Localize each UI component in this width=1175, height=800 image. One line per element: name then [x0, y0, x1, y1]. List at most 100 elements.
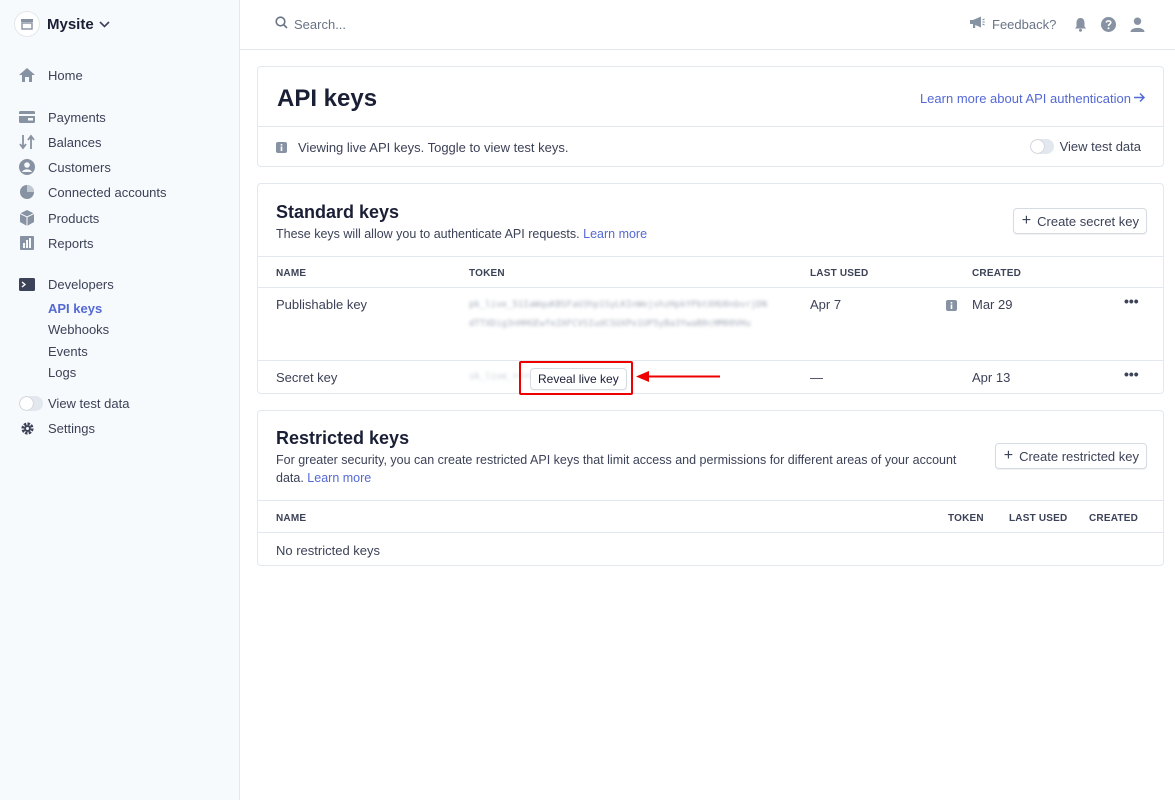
divider: [258, 256, 1163, 257]
highlight-box: Reveal live key: [519, 361, 633, 395]
page-title: API keys: [277, 85, 378, 112]
more-options-icon[interactable]: •••: [1124, 293, 1139, 309]
created-date: Mar 29: [972, 297, 1013, 312]
column-header-created: CREATED: [972, 268, 1021, 279]
column-header-name: NAME: [276, 513, 307, 524]
feedback-button[interactable]: Feedback?: [969, 16, 1056, 32]
column-header-name: NAME: [276, 268, 307, 279]
plus-icon: +: [1021, 212, 1032, 229]
sidebar-item-balances[interactable]: Balances: [19, 132, 101, 152]
arrow-right-icon: [1134, 91, 1146, 106]
store-icon: [14, 11, 40, 37]
sidebar-item-payments[interactable]: Payments: [19, 107, 106, 127]
sidebar-item-developers[interactable]: Developers: [19, 274, 114, 294]
restricted-keys-card: Restricted keys For greater security, yo…: [257, 410, 1164, 566]
toggle-switch[interactable]: [1029, 139, 1054, 154]
restricted-keys-description: For greater security, you can create res…: [276, 451, 976, 487]
balances-icon: [19, 134, 35, 150]
sidebar-subitem-events[interactable]: Events: [48, 344, 88, 359]
info-icon: [276, 141, 287, 156]
standard-keys-card: Standard keys These keys will allow you …: [257, 183, 1164, 395]
column-header-token: TOKEN: [948, 513, 984, 524]
api-keys-header-card: API keys Learn more about API authentica…: [257, 66, 1164, 167]
key-name: Publishable key: [276, 297, 368, 312]
restricted-keys-title: Restricted keys: [276, 428, 410, 448]
column-header-last-used: LAST USED: [1009, 513, 1068, 524]
megaphone-icon: [969, 16, 985, 32]
top-bar: Search... Feedback?: [240, 0, 1175, 50]
button-label: Create secret key: [1037, 213, 1139, 229]
sidebar-item-label: Connected accounts: [48, 184, 167, 200]
search-input[interactable]: Search...: [275, 16, 346, 32]
sidebar-item-connected-accounts[interactable]: Connected accounts: [19, 182, 167, 202]
sidebar-item-label: Payments: [48, 109, 106, 125]
table-row: Publishable key pk_live_51IaWquKBSFaU3hp…: [258, 288, 1163, 360]
user-icon[interactable]: [1129, 16, 1145, 32]
home-icon: [19, 67, 35, 83]
gear-icon: [19, 420, 35, 436]
standard-keys-description: These keys will allow you to authenticat…: [276, 225, 647, 243]
divider: [258, 532, 1163, 533]
create-restricted-key-button[interactable]: + Create restricted key: [994, 443, 1147, 469]
sidebar: Mysite Home Payments Balances Customers …: [0, 0, 240, 800]
view-test-data-toggle[interactable]: View test data: [1029, 139, 1141, 154]
create-secret-key-button[interactable]: + Create secret key: [1012, 208, 1147, 234]
column-header-last-used: LAST USED: [810, 268, 869, 279]
account-name: Mysite: [47, 15, 94, 33]
test-data-toggle[interactable]: [19, 395, 43, 411]
created-date: Apr 13: [972, 370, 1011, 385]
chevron-down-icon: [99, 20, 110, 28]
sidebar-item-label: Products: [48, 210, 100, 226]
sidebar-item-reports[interactable]: Reports: [19, 233, 94, 253]
plus-icon: +: [1003, 447, 1014, 464]
sidebar-subitem-api-keys[interactable]: API keys: [48, 301, 102, 316]
learn-more-link[interactable]: Learn more: [307, 471, 371, 485]
button-label: Create restricted key: [1019, 448, 1139, 464]
products-icon: [19, 210, 35, 226]
live-mode-notice: Viewing live API keys. Toggle to view te…: [258, 126, 1163, 166]
last-used: Apr 7: [810, 297, 842, 312]
connected-accounts-icon: [19, 184, 35, 200]
sidebar-item-label: Reports: [48, 235, 94, 251]
customers-icon: [19, 159, 35, 175]
feedback-label: Feedback?: [992, 16, 1057, 32]
key-name: Secret key: [276, 370, 338, 385]
empty-state-text: No restricted keys: [276, 543, 381, 558]
notice-text: Viewing live API keys. Toggle to view te…: [298, 140, 569, 155]
info-icon[interactable]: [946, 299, 957, 314]
sidebar-item-label: Developers: [48, 276, 114, 292]
main-content: Search... Feedback? API keys Learn more …: [240, 0, 1175, 800]
table-row: Secret key sk_live_•••••••••••••••••••• …: [258, 361, 1163, 395]
annotation-arrow-icon: [636, 371, 720, 382]
sidebar-item-settings[interactable]: Settings: [19, 418, 95, 438]
publishable-key-token[interactable]: pk_live_51IaWquKBSFaU3hp1SyLKInWejshzHpk…: [469, 296, 769, 334]
learn-link-label: Learn more about API authentication: [919, 91, 1131, 106]
toggle-label: View test data: [1059, 139, 1141, 154]
help-icon[interactable]: [1100, 16, 1116, 32]
sidebar-item-label: Settings: [48, 420, 95, 436]
sidebar-item-label: Home: [48, 67, 83, 83]
column-header-token: TOKEN: [469, 268, 505, 279]
sidebar-subitem-logs[interactable]: Logs: [48, 365, 76, 380]
sidebar-item-products[interactable]: Products: [19, 208, 99, 228]
more-options-icon[interactable]: •••: [1124, 366, 1139, 382]
toggle-label: View test data: [48, 395, 130, 411]
column-header-created: CREATED: [1089, 513, 1138, 524]
learn-more-link[interactable]: Learn more: [583, 227, 647, 241]
sidebar-item-customers[interactable]: Customers: [19, 157, 111, 177]
sidebar-item-label: Customers: [48, 159, 111, 175]
standard-keys-title: Standard keys: [276, 202, 400, 222]
bell-icon[interactable]: [1072, 16, 1088, 32]
payments-icon: [19, 109, 35, 125]
account-switcher[interactable]: Mysite: [14, 11, 110, 37]
terminal-icon: [19, 276, 35, 292]
reveal-live-key-button[interactable]: Reveal live key: [530, 368, 627, 390]
divider: [258, 500, 1163, 501]
description-text: For greater security, you can create res…: [276, 453, 957, 485]
learn-api-auth-link[interactable]: Learn more about API authentication: [920, 91, 1146, 106]
sidebar-item-label: Balances: [48, 134, 102, 150]
sidebar-item-home[interactable]: Home: [19, 65, 83, 85]
sidebar-subitem-webhooks[interactable]: Webhooks: [48, 322, 109, 337]
search-icon: [275, 16, 288, 32]
sidebar-toggle-test-data[interactable]: View test data: [19, 393, 129, 413]
